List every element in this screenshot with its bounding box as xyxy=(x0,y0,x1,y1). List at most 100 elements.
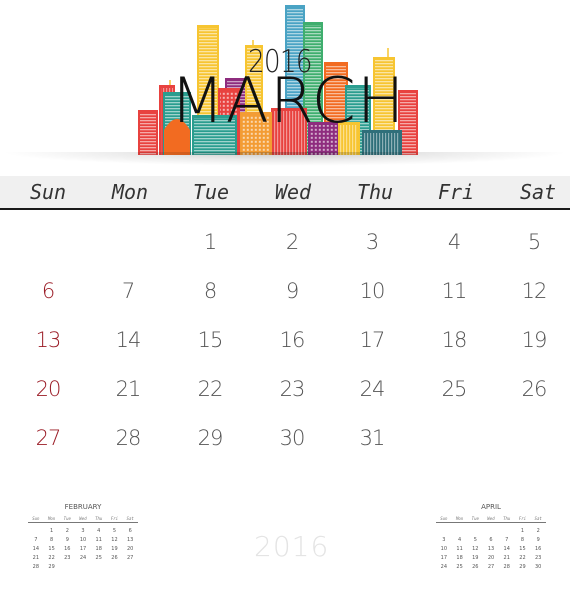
mini-day: 24 xyxy=(440,563,448,570)
weekday-fri: Fri xyxy=(437,180,475,204)
mini-calendar-week-row: 1 2 3 4 5 6 xyxy=(28,526,138,535)
mini-calendar-title: APRIL xyxy=(481,503,501,511)
mini-calendar-title: FEBRUARY xyxy=(64,503,102,511)
mini-weekday: Fri xyxy=(110,516,119,521)
day-cell-23: 23 xyxy=(279,377,306,401)
mini-day: 1 xyxy=(520,527,525,534)
mini-day: 5 xyxy=(112,527,117,534)
day-cell-28: 28 xyxy=(115,426,142,450)
mini-day: 18 xyxy=(95,545,102,552)
day-cell-7: 7 xyxy=(121,279,135,303)
day-cell-22: 22 xyxy=(197,377,224,401)
mini-day: 19 xyxy=(111,545,118,552)
weekday-wed: Wed xyxy=(274,180,312,204)
mini-day: 9 xyxy=(536,536,540,543)
weekday-thu: Thu xyxy=(356,180,394,204)
mini-day: 29 xyxy=(519,563,526,570)
mini-day: 24 xyxy=(79,554,87,561)
mini-day: 11 xyxy=(95,536,102,543)
day-cell-15: 15 xyxy=(197,328,224,352)
mini-calendar-week-row: 12 xyxy=(436,526,546,535)
mini-day: 5 xyxy=(473,536,477,543)
day-cell-18: 18 xyxy=(441,328,468,352)
mini-day: 17 xyxy=(79,545,87,552)
mini-day: 4 xyxy=(97,527,101,534)
day-cell-14: 14 xyxy=(115,328,142,352)
mini-calendar-week-row: 28 29 xyxy=(28,562,138,571)
mini-day: 28 xyxy=(32,563,40,570)
day-cell-20: 20 xyxy=(35,377,62,401)
day-cell-24: 24 xyxy=(359,377,386,401)
mini-day: 10 xyxy=(440,545,448,552)
mini-day: 21 xyxy=(503,554,510,561)
building-windows xyxy=(140,113,156,155)
mini-day: 14 xyxy=(503,545,510,552)
day-cell-9: 9 xyxy=(285,279,299,303)
mini-day: 15 xyxy=(48,545,55,552)
mini-day: 9 xyxy=(65,536,69,543)
mini-day: 13 xyxy=(487,545,495,552)
mini-day: 29 xyxy=(48,563,55,570)
mini-day: 8 xyxy=(49,536,54,543)
mini-day: 23 xyxy=(534,554,542,561)
weekday-header-bar: Sun Mon Tue Wed Thu Fri Sat xyxy=(0,176,570,210)
mini-day: 8 xyxy=(520,536,525,543)
day-cell-12: 12 xyxy=(521,279,548,303)
day-cell-8: 8 xyxy=(203,279,217,303)
mini-calendar-weekday-row: Sun Mon Tue Wed Thu Fri Sat xyxy=(28,516,138,523)
mini-day: 30 xyxy=(534,563,542,570)
month-title: MARCH xyxy=(170,64,406,137)
mini-calendar-february: FEBRUARY Sun Mon Tue Wed Thu Fri Sat 1 2 3 4 5 6 7 8 9 10… xyxy=(28,503,138,571)
calendar-header: 2016 MARCH xyxy=(0,0,570,170)
weekday-sat: Sat xyxy=(519,180,557,204)
mini-calendar-week-row: 3 4 5 6 7 8 9 xyxy=(436,535,546,544)
mini-day: 12 xyxy=(111,536,118,543)
mini-day: 20 xyxy=(126,545,134,552)
day-cell-26: 26 xyxy=(521,377,548,401)
mini-day: 26 xyxy=(472,563,479,570)
day-cell-31: 31 xyxy=(359,426,386,450)
mini-day: 2 xyxy=(65,527,69,534)
mini-weekday: Sun xyxy=(32,516,40,521)
day-cell-29: 29 xyxy=(197,426,224,450)
mini-weekday: Tue xyxy=(471,516,479,521)
mini-weekday: Thu xyxy=(503,516,511,521)
day-cell-11: 11 xyxy=(441,279,468,303)
day-cell-13: 13 xyxy=(35,328,62,352)
mini-day: 25 xyxy=(95,554,102,561)
day-cell-16: 16 xyxy=(279,328,306,352)
day-cell-25: 25 xyxy=(441,377,468,401)
mini-day: 13 xyxy=(126,536,134,543)
mini-day: 15 xyxy=(519,545,526,552)
mini-day: 27 xyxy=(487,563,495,570)
mini-weekday: Mon xyxy=(47,516,56,521)
mini-weekday: Sun xyxy=(440,516,448,521)
mini-day: 7 xyxy=(505,536,509,543)
weekday-sun: Sun xyxy=(29,180,67,204)
mini-day: 23 xyxy=(64,554,71,561)
mini-weekday: Wed xyxy=(79,516,87,521)
day-cell-27: 27 xyxy=(35,426,62,450)
mini-day: 25 xyxy=(456,563,463,570)
header-shadow-divider xyxy=(0,152,570,166)
day-cell-19: 19 xyxy=(521,328,548,352)
year-watermark: 2016 xyxy=(254,530,330,563)
mini-day: 2 xyxy=(536,527,540,534)
mini-day: 6 xyxy=(128,527,132,534)
mini-day: 3 xyxy=(442,536,446,543)
mini-day: 16 xyxy=(534,545,542,552)
mini-day: 1 xyxy=(49,527,54,534)
mini-weekday: Mon xyxy=(455,516,464,521)
mini-day: 21 xyxy=(32,554,40,561)
day-cell-1: 1 xyxy=(203,230,217,254)
mini-calendar-week-row: 21 22 23 24 25 26 27 xyxy=(28,553,138,562)
mini-weekday: Thu xyxy=(95,516,103,521)
mini-day: 18 xyxy=(456,554,463,561)
mini-day: 22 xyxy=(48,554,55,561)
mini-day: 3 xyxy=(81,527,85,534)
mini-calendar-week-row: 17 18 19 20 21 22 23 xyxy=(436,553,546,562)
day-cell-3: 3 xyxy=(365,230,379,254)
mini-day: 16 xyxy=(64,545,71,552)
mini-day: 26 xyxy=(111,554,118,561)
mini-calendar-week-row: 7 8 9 10 11 12 13 xyxy=(28,535,138,544)
